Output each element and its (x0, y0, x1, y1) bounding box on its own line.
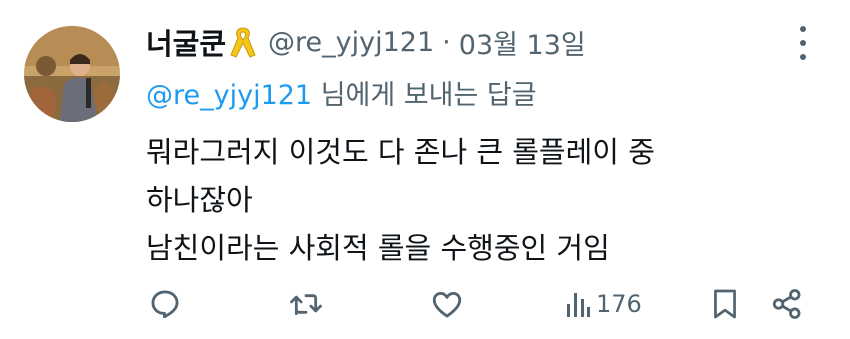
tweet-text-line: 하나잖아 (146, 183, 253, 217)
replying-to: @re_yjyj121 님에게 보내는 답글 (146, 74, 826, 118)
reply-icon (151, 290, 179, 319)
tweet-body: 너굴쿤 @re_yjyj121 · 03월 13일 @re_yjyj121 님에… (146, 18, 826, 272)
like-button[interactable] (430, 278, 464, 330)
tweet-text: 뭐라그러지 이것도 다 존나 큰 롤플레이 중 하나잖아 남친이라는 사회적 롤… (146, 128, 826, 272)
views-button[interactable]: 176 (566, 278, 642, 330)
separator-dot: · (442, 26, 451, 58)
reply-button[interactable] (148, 278, 182, 330)
avatar-image (24, 26, 120, 122)
tweet-header: 너굴쿤 @re_yjyj121 · 03월 13일 (146, 18, 826, 66)
display-name[interactable]: 너굴쿤 (146, 21, 226, 63)
like-icon (432, 291, 462, 318)
bookmark-icon (714, 289, 736, 319)
avatar[interactable] (24, 26, 120, 122)
handle[interactable]: @re_yjyj121 (268, 27, 434, 58)
action-bar: 176 (0, 278, 850, 330)
reply-mention-link[interactable]: @re_yjyj121 (146, 80, 312, 111)
share-icon (772, 289, 801, 319)
tweet-text-line: 남친이라는 사회적 롤을 수행중인 거임 (146, 231, 610, 265)
retweet-icon (290, 294, 322, 316)
timestamp[interactable]: 03월 13일 (459, 23, 586, 62)
more-options-icon[interactable] (796, 26, 810, 60)
views-icon (567, 293, 590, 317)
bookmark-button[interactable] (710, 278, 740, 330)
share-button[interactable] (770, 278, 804, 330)
retweet-button[interactable] (288, 278, 324, 330)
views-count: 176 (596, 290, 642, 318)
reply-to-suffix: 님에게 보내는 답글 (312, 80, 537, 111)
yellow-ribbon-icon (230, 25, 256, 59)
tweet-text-line: 뭐라그러지 이것도 다 존나 큰 롤플레이 중 (146, 135, 655, 169)
